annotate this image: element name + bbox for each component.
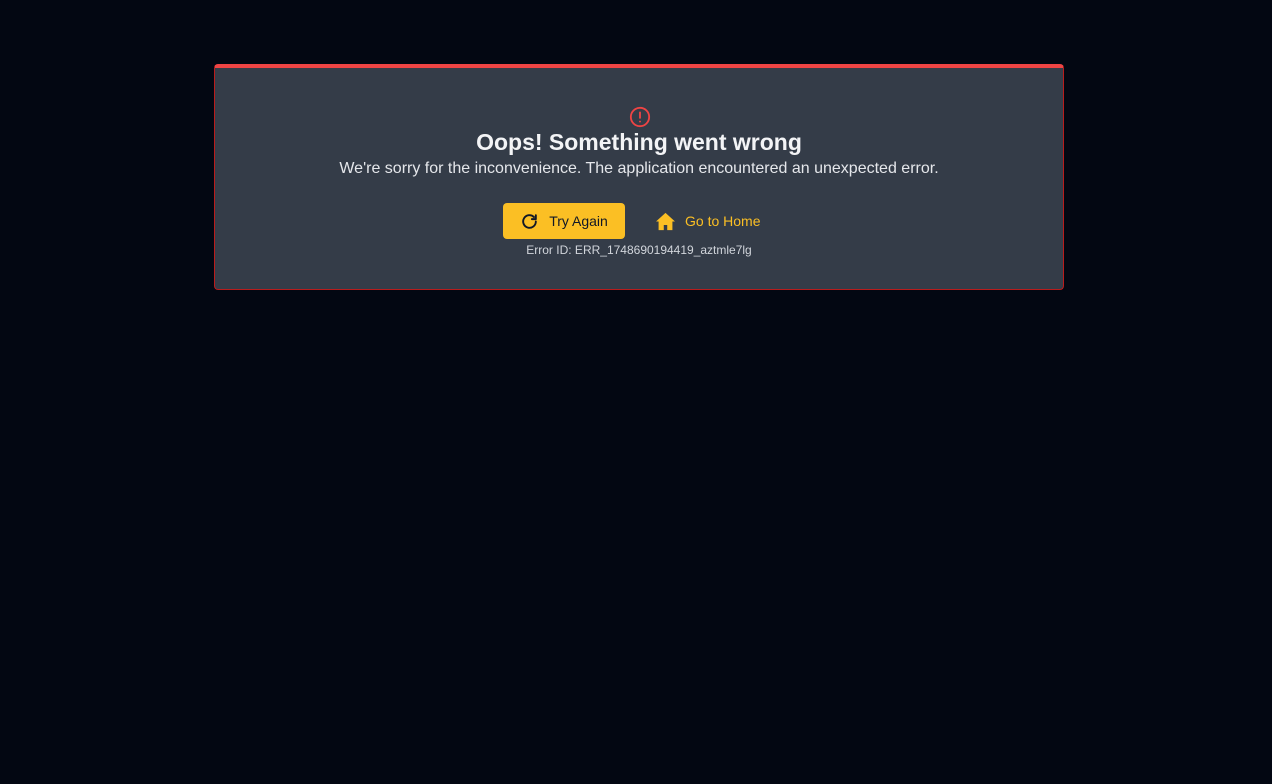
error-card: Oops! Something went wrong We're sorry f…: [214, 64, 1064, 290]
home-icon: [655, 212, 676, 231]
go-home-label: Go to Home: [685, 213, 761, 229]
go-home-button[interactable]: Go to Home: [645, 203, 770, 239]
refresh-icon: [520, 212, 539, 231]
try-again-button[interactable]: Try Again: [503, 203, 625, 239]
error-title: Oops! Something went wrong: [476, 129, 802, 155]
error-id: Error ID: ERR_1748690194419_aztmle7lg: [526, 243, 752, 257]
try-again-label: Try Again: [549, 213, 608, 229]
error-message: We're sorry for the inconvenience. The a…: [339, 160, 939, 177]
alert-circle-icon: [629, 106, 651, 128]
